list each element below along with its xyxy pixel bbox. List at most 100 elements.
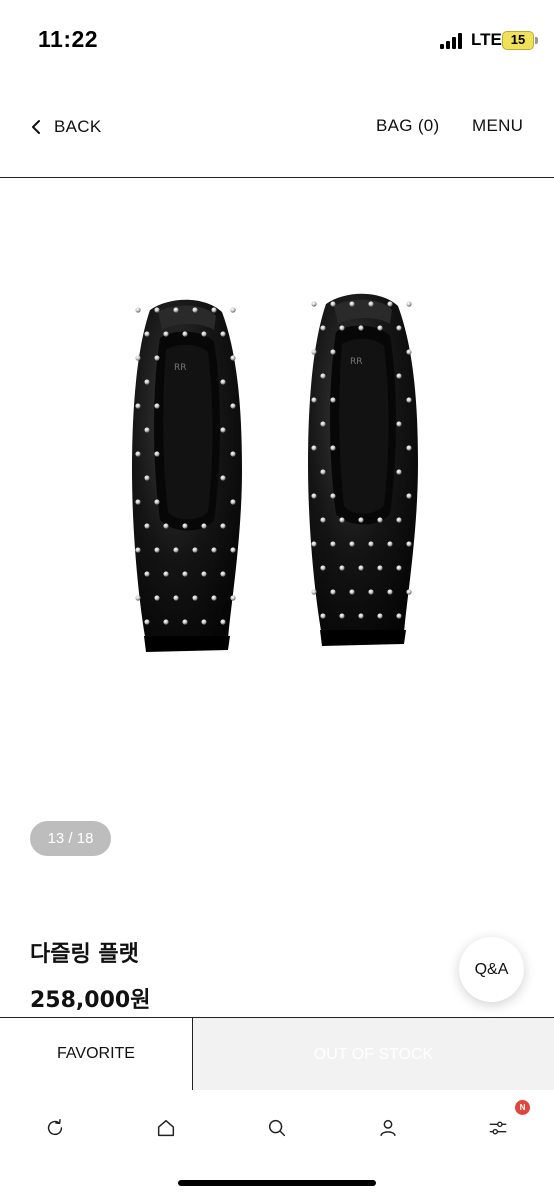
rhinestone-stud bbox=[154, 403, 160, 409]
rhinestone-stud bbox=[135, 595, 141, 601]
rhinestone-stud bbox=[154, 547, 160, 553]
rhinestone-stud bbox=[396, 517, 402, 523]
product-image-carousel[interactable]: RR 13 / 18 bbox=[0, 180, 554, 880]
rhinestone-stud bbox=[230, 307, 236, 313]
rhinestone-stud bbox=[358, 613, 364, 619]
filter-icon[interactable] bbox=[478, 1108, 518, 1148]
rhinestone-stud bbox=[135, 403, 141, 409]
rhinestone-stud bbox=[154, 355, 160, 361]
rhinestone-stud bbox=[154, 595, 160, 601]
rhinestone-stud bbox=[163, 331, 169, 337]
rhinestone-stud bbox=[396, 373, 402, 379]
rhinestone-stud bbox=[339, 565, 345, 571]
rhinestone-stud bbox=[377, 613, 383, 619]
rhinestone-stud bbox=[311, 397, 317, 403]
rhinestone-stud bbox=[182, 619, 188, 625]
rhinestone-stud bbox=[396, 421, 402, 427]
rhinestone-stud bbox=[144, 619, 150, 625]
rhinestone-stud bbox=[320, 421, 326, 427]
rhinestone-stud bbox=[387, 301, 393, 307]
rhinestone-stud bbox=[144, 379, 150, 385]
qa-button[interactable]: Q&A bbox=[459, 937, 524, 1002]
notification-badge: N bbox=[515, 1100, 530, 1115]
rhinestone-stud bbox=[339, 325, 345, 331]
rhinestone-stud bbox=[368, 301, 374, 307]
rhinestone-stud bbox=[173, 595, 179, 601]
rhinestone-stud bbox=[358, 565, 364, 571]
rhinestone-stud bbox=[406, 349, 412, 355]
rhinestone-stud bbox=[182, 523, 188, 529]
search-icon[interactable] bbox=[257, 1108, 297, 1148]
status-bar: 11:22 LTE 15 bbox=[0, 0, 554, 80]
rhinestone-stud bbox=[349, 301, 355, 307]
rhinestone-stud bbox=[230, 499, 236, 505]
rhinestone-stud bbox=[135, 307, 141, 313]
rhinestone-stud bbox=[163, 571, 169, 577]
rhinestone-stud bbox=[396, 565, 402, 571]
refresh-icon[interactable] bbox=[35, 1108, 75, 1148]
rhinestone-stud bbox=[144, 475, 150, 481]
rhinestone-stud bbox=[220, 475, 226, 481]
rhinestone-stud bbox=[211, 595, 217, 601]
rhinestone-stud bbox=[330, 301, 336, 307]
rhinestone-stud bbox=[220, 379, 226, 385]
rhinestone-stud bbox=[311, 541, 317, 547]
rhinestone-stud bbox=[311, 301, 317, 307]
rhinestone-stud bbox=[230, 355, 236, 361]
rhinestone-stud bbox=[163, 523, 169, 529]
rhinestone-stud bbox=[387, 589, 393, 595]
rhinestone-stud bbox=[230, 547, 236, 553]
purchase-action-bar: FAVORITE OUT OF STOCK bbox=[0, 1017, 554, 1090]
battery-icon: 15 bbox=[502, 31, 534, 50]
menu-button[interactable]: MENU bbox=[472, 116, 523, 136]
rhinestone-stud bbox=[192, 547, 198, 553]
product-price: 258,000원 bbox=[30, 988, 151, 1013]
rhinestone-stud bbox=[201, 523, 207, 529]
out-of-stock-button: OUT OF STOCK bbox=[193, 1018, 554, 1090]
rhinestone-stud bbox=[368, 541, 374, 547]
rhinestone-stud bbox=[211, 307, 217, 313]
rhinestone-stud bbox=[339, 613, 345, 619]
rhinestone-stud bbox=[201, 571, 207, 577]
rhinestone-stud bbox=[154, 499, 160, 505]
rhinestone-stud bbox=[220, 571, 226, 577]
back-button[interactable]: BACK bbox=[30, 116, 102, 138]
rhinestone-stud bbox=[330, 493, 336, 499]
rhinestone-stud bbox=[339, 517, 345, 523]
rhinestone-stud bbox=[173, 547, 179, 553]
rhinestone-stud bbox=[406, 445, 412, 451]
product-name: 다즐링 플랫 bbox=[30, 942, 139, 967]
rhinestone-stud bbox=[349, 541, 355, 547]
user-icon[interactable] bbox=[368, 1108, 408, 1148]
rhinestone-stud bbox=[220, 331, 226, 337]
rhinestone-stud bbox=[368, 589, 374, 595]
rhinestone-stud bbox=[135, 355, 141, 361]
rhinestone-stud bbox=[230, 451, 236, 457]
rhinestone-stud bbox=[311, 445, 317, 451]
rhinestone-stud bbox=[144, 427, 150, 433]
rhinestone-stud bbox=[349, 589, 355, 595]
rhinestone-stud bbox=[358, 325, 364, 331]
rhinestone-stud bbox=[182, 571, 188, 577]
rhinestone-stud bbox=[182, 331, 188, 337]
favorite-button[interactable]: FAVORITE bbox=[0, 1018, 193, 1090]
rhinestone-stud bbox=[173, 307, 179, 313]
rhinestone-stud bbox=[330, 541, 336, 547]
rhinestone-stud bbox=[154, 451, 160, 457]
rhinestone-stud bbox=[220, 619, 226, 625]
back-label: BACK bbox=[54, 117, 102, 136]
rhinestone-stud bbox=[311, 589, 317, 595]
rhinestone-stud bbox=[154, 307, 160, 313]
rhinestone-stud bbox=[135, 451, 141, 457]
home-icon[interactable] bbox=[146, 1108, 186, 1148]
rhinestone-stud bbox=[320, 373, 326, 379]
bag-button[interactable]: BAG (0) bbox=[376, 116, 440, 136]
rhinestone-stud bbox=[377, 565, 383, 571]
rhinestone-stud bbox=[396, 613, 402, 619]
rhinestone-stud bbox=[192, 595, 198, 601]
rhinestone-stud bbox=[406, 397, 412, 403]
rhinestone-stud bbox=[320, 613, 326, 619]
rhinestone-stud bbox=[163, 619, 169, 625]
rhinestone-stud bbox=[320, 565, 326, 571]
rhinestone-stud bbox=[330, 349, 336, 355]
